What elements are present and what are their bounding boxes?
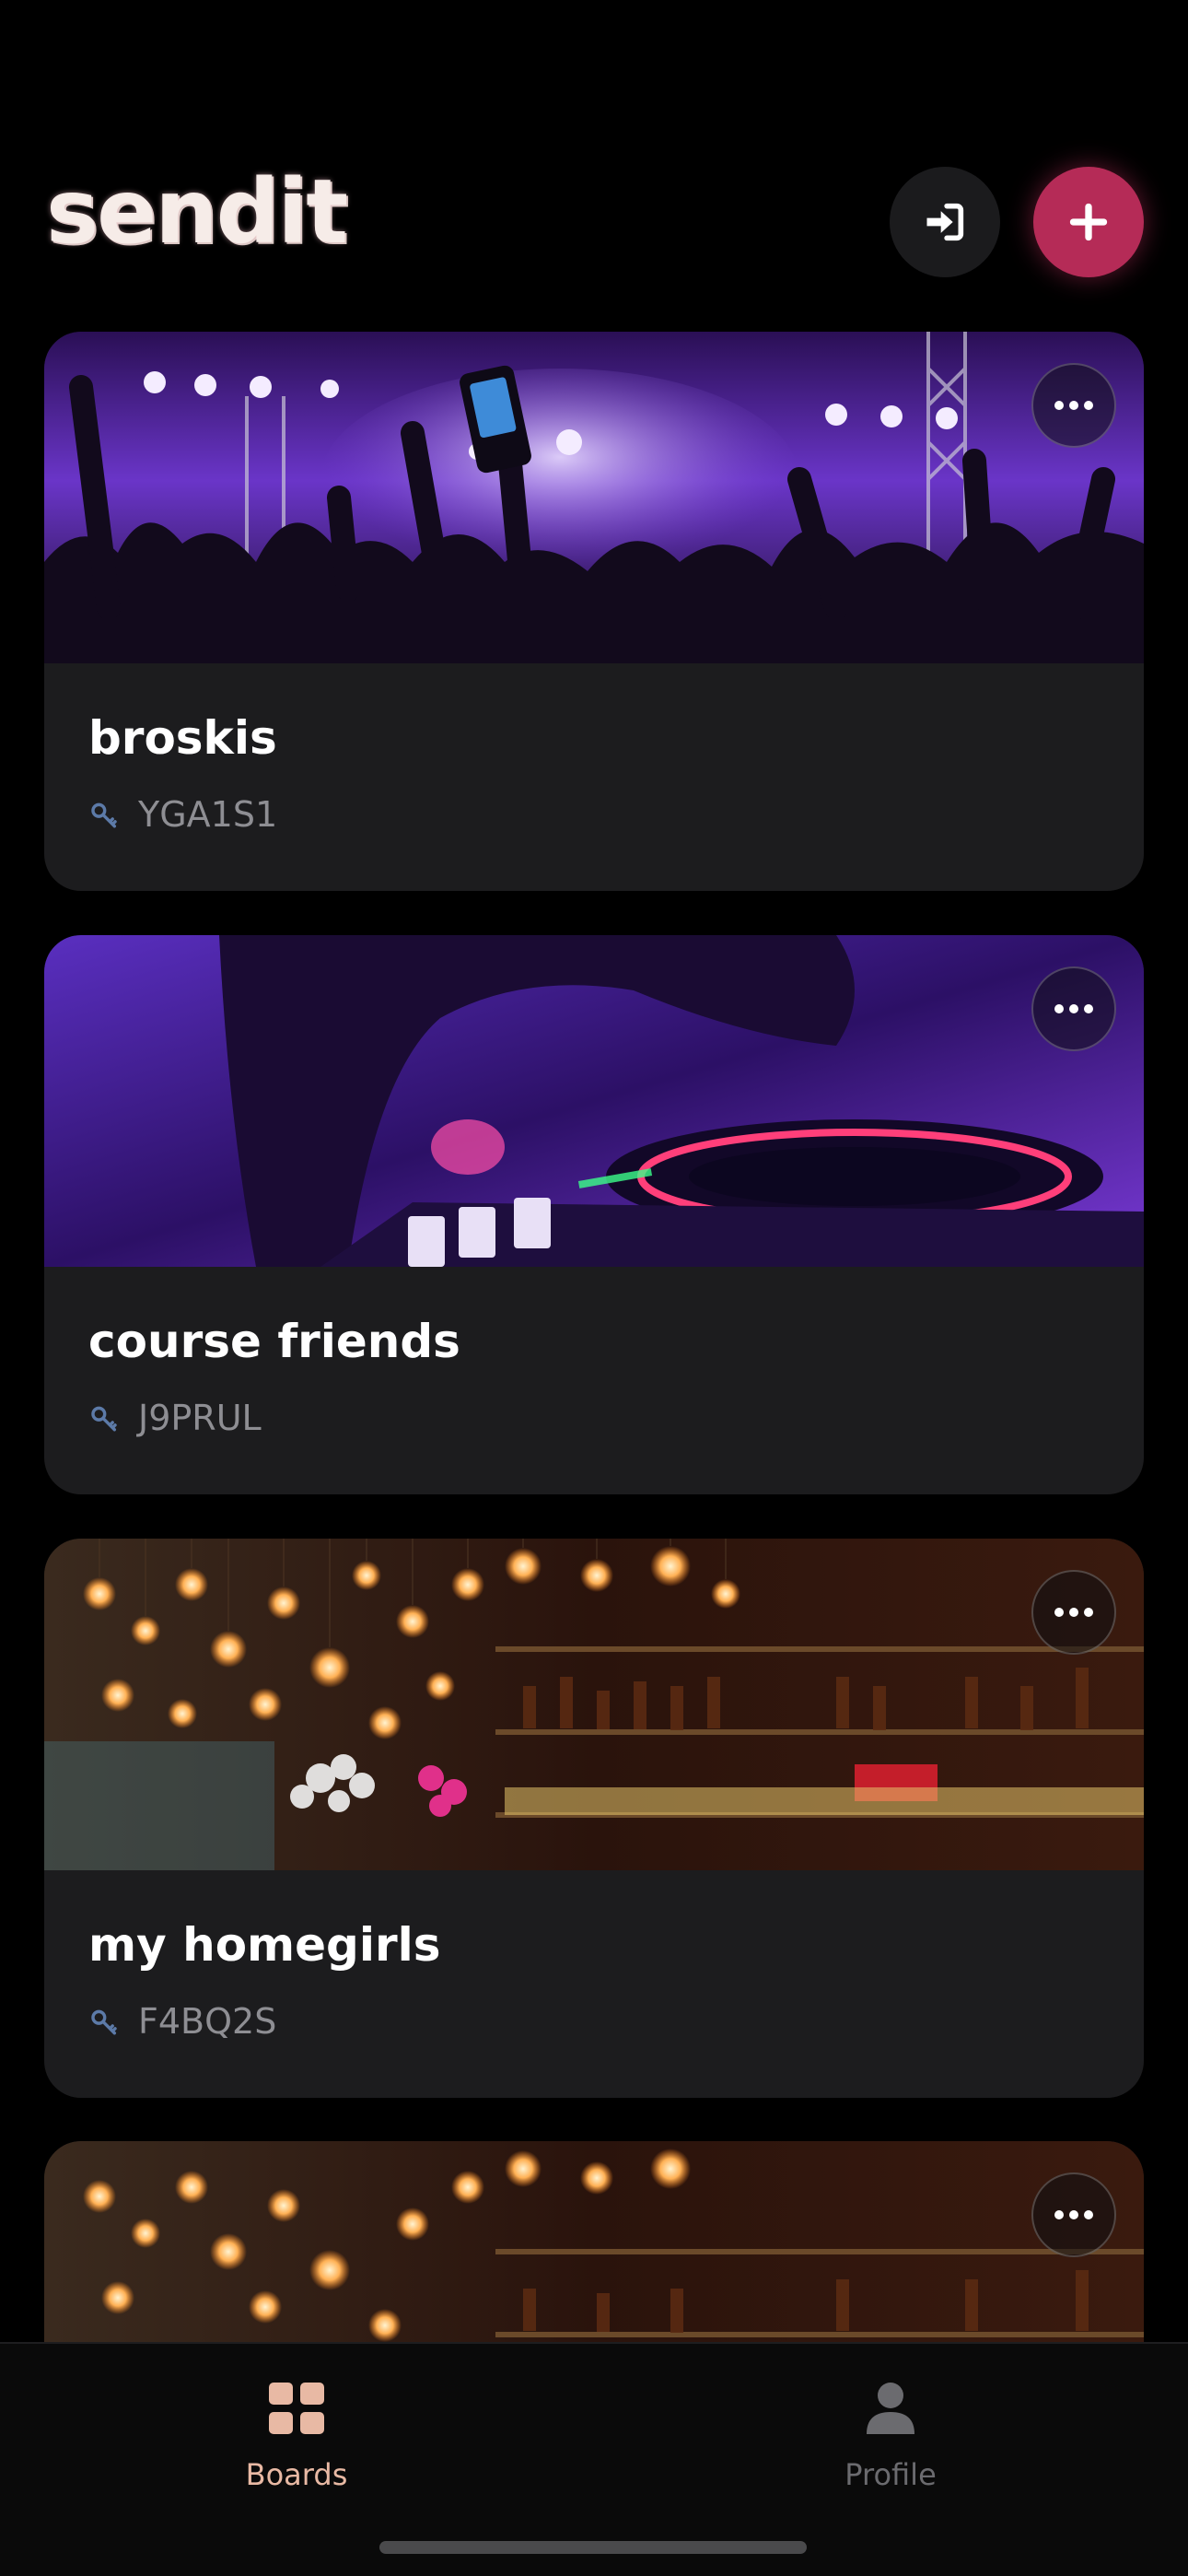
board-code: YGA1S1: [88, 794, 277, 835]
more-dot-icon: [1084, 1004, 1093, 1013]
board-options-button[interactable]: [1031, 363, 1116, 448]
user-icon: [867, 2383, 914, 2434]
board-card-body: my homegirls F4BQ2S: [44, 1870, 1144, 2098]
header: sendit: [0, 0, 1188, 313]
more-dot-icon: [1084, 401, 1093, 410]
board-title: my homegirls: [88, 1918, 441, 1972]
board-code-text: J9PRUL: [138, 1398, 262, 1438]
app-logo: sendit: [46, 160, 348, 263]
board-code-text: YGA1S1: [138, 794, 278, 835]
board-options-button[interactable]: [1031, 966, 1116, 1051]
board-cover-image: [44, 1539, 1144, 1870]
plus-icon: [1069, 203, 1108, 241]
tab-profile-label: Profile: [844, 2457, 937, 2492]
board-code: J9PRUL: [88, 1398, 262, 1438]
key-icon: [91, 1406, 117, 1432]
login-button[interactable]: [890, 167, 1000, 277]
board-code-text: F4BQ2S: [138, 2001, 277, 2042]
board-title: course friends: [88, 1315, 460, 1368]
board-title: broskis: [88, 711, 277, 765]
key-icon: [91, 802, 117, 828]
more-dot-icon: [1054, 2210, 1064, 2219]
more-dot-icon: [1069, 1004, 1078, 1013]
tab-boards[interactable]: Boards: [158, 2381, 435, 2492]
board-cover-image: [44, 332, 1144, 663]
board-cover-image: [44, 935, 1144, 1267]
board-card[interactable]: course friends J9PRUL: [44, 935, 1144, 1494]
add-board-button[interactable]: [1033, 167, 1144, 277]
board-card-body: course friends J9PRUL: [44, 1267, 1144, 1494]
board-options-button[interactable]: [1031, 1570, 1116, 1655]
more-dot-icon: [1084, 1608, 1093, 1617]
more-dot-icon: [1069, 2210, 1078, 2219]
sign-in-icon: [926, 203, 964, 241]
screen: sendit broskis YGA1S1 course friends J9P…: [0, 0, 1188, 2576]
home-indicator[interactable]: [379, 2541, 807, 2554]
board-card-body: broskis YGA1S1: [44, 663, 1144, 891]
more-dot-icon: [1054, 1608, 1064, 1617]
grid-icon: [269, 2383, 324, 2434]
more-dot-icon: [1054, 1004, 1064, 1013]
board-card[interactable]: my homegirls F4BQ2S: [44, 1539, 1144, 2098]
more-dot-icon: [1084, 2210, 1093, 2219]
board-code: F4BQ2S: [88, 2001, 276, 2042]
board-card[interactable]: broskis YGA1S1: [44, 332, 1144, 891]
tab-boards-label: Boards: [245, 2457, 348, 2492]
more-dot-icon: [1069, 401, 1078, 410]
board-options-button[interactable]: [1031, 2172, 1116, 2257]
more-dot-icon: [1054, 401, 1064, 410]
tab-profile[interactable]: Profile: [752, 2381, 1029, 2492]
key-icon: [91, 2009, 117, 2035]
more-dot-icon: [1069, 1608, 1078, 1617]
